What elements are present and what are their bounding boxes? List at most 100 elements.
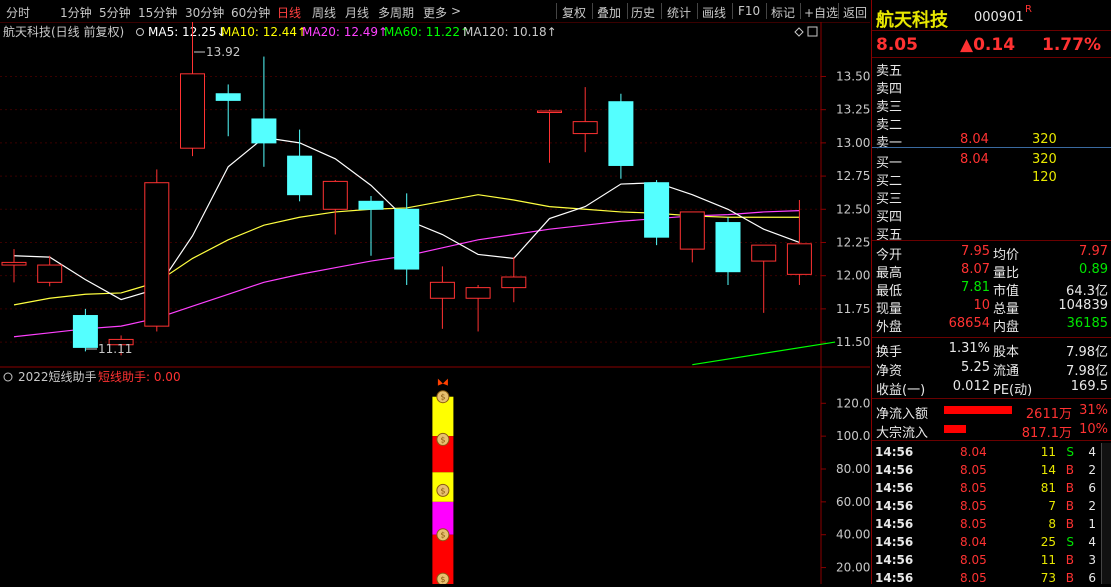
candle <box>679 211 705 263</box>
tick-side: B <box>1065 553 1074 567</box>
money-bag-glyph: $ <box>440 393 445 402</box>
tick-count: 3 <box>1088 553 1096 567</box>
candle <box>215 84 241 137</box>
candle <box>322 180 348 235</box>
money-bag-icon: $ <box>436 432 450 446</box>
money-bag-glyph: $ <box>440 435 445 444</box>
ask-row[interactable]: 卖五 <box>872 59 1111 79</box>
period-tab-multi[interactable]: 多周期 <box>378 4 414 21</box>
tick-count: 2 <box>1088 463 1096 477</box>
tick-side: S <box>1066 445 1074 459</box>
bid-row[interactable]: 买一 8.04 320 <box>872 151 1111 171</box>
stat-value: 10 <box>973 298 990 313</box>
stat-value: 68654 <box>948 316 990 331</box>
draw-line-button[interactable]: 画线 <box>702 4 726 21</box>
overlay-button[interactable]: 叠加 <box>597 4 621 21</box>
tick-row: 14:56 8.05 73 B 6 <box>872 569 1111 587</box>
price-change-pct: 1.77% <box>1042 35 1101 55</box>
fundamental-row: 换手 1.31% 股本 7.98亿 <box>872 340 1111 360</box>
indicator-tick-label: 60.00 <box>836 495 870 509</box>
stat-row: 最高 8.07 量比 0.89 <box>872 261 1111 281</box>
period-tab-1min[interactable]: 1分钟 <box>60 4 92 21</box>
settings-dot-icon[interactable] <box>136 28 144 36</box>
tick-price: 8.05 <box>960 463 987 477</box>
period-tab-15min[interactable]: 15分钟 <box>138 4 177 21</box>
period-tab-timeshare[interactable]: 分时 <box>6 4 30 21</box>
toolbar-divider <box>627 3 628 19</box>
stat-value: 7.97 <box>1079 244 1108 259</box>
period-tab-60min[interactable]: 60分钟 <box>231 4 270 21</box>
f10-button[interactable]: F10 <box>738 4 760 18</box>
high-price-label: 13.92 <box>206 45 240 59</box>
stat-row: 外盘 68654 内盘 36185 <box>872 315 1111 335</box>
bow-icon <box>437 378 448 386</box>
diamond-icon[interactable] <box>794 27 804 37</box>
money-bag-icon: $ <box>436 572 450 584</box>
book-divider <box>872 147 1111 148</box>
money-bag-glyph: $ <box>440 531 445 540</box>
candle-body <box>429 281 455 299</box>
candle <box>537 109 562 163</box>
money-bag-icon: $ <box>436 390 450 404</box>
chevron-right-icon[interactable]: > <box>451 4 461 18</box>
add-watchlist-button[interactable]: +自选 <box>804 4 838 21</box>
last-price: 8.05 <box>876 35 918 55</box>
maximize-icon[interactable] <box>807 26 818 37</box>
indicator-tick-label: 80.00 <box>836 462 870 476</box>
tick-time: 14:56 <box>875 553 914 567</box>
quote-panel: 航天科技 000901 R 8.05 ▲0.14 1.77% 卖五 卖四 卖三 卖二卖… <box>871 0 1111 587</box>
adjust-rights-button[interactable]: 复权 <box>562 4 586 21</box>
indicator-value: 短线助手: 0.00 <box>98 370 181 384</box>
tick-row: 14:56 8.05 7 B 2 <box>872 497 1111 515</box>
bid-volume: 320 <box>1032 152 1057 167</box>
candle <box>644 180 670 246</box>
tick-side: S <box>1066 535 1074 549</box>
indicator-axis-labels: 20.00 40.00 60.00 80.00 100.00 120.00 <box>821 396 870 575</box>
period-tab-30min[interactable]: 30分钟 <box>185 4 224 21</box>
ask-row[interactable]: 卖二 <box>872 113 1111 133</box>
bid-row[interactable]: 买二 120 <box>872 169 1111 189</box>
toolbar-divider <box>800 3 801 19</box>
back-button[interactable]: 返回 <box>843 4 867 21</box>
ask-row[interactable]: 卖四 <box>872 77 1111 97</box>
toolbar-divider <box>661 3 662 19</box>
tick-volume: 25 <box>1040 535 1056 549</box>
price-tick-label: 13.00 <box>836 136 870 150</box>
price-tick-label: 12.25 <box>836 235 870 249</box>
tick-time: 14:56 <box>875 517 914 531</box>
bid-row[interactable]: 买五 <box>872 223 1111 243</box>
history-button[interactable]: 历史 <box>631 4 655 21</box>
tick-list-scrollbar[interactable] <box>1101 443 1111 584</box>
period-tab-more[interactable]: 更多 <box>423 4 447 21</box>
price-tick-label: 12.00 <box>836 269 870 283</box>
tick-price: 8.05 <box>960 517 987 531</box>
ask-row[interactable]: 卖三 <box>872 95 1111 115</box>
period-tab-weekly[interactable]: 周线 <box>312 4 336 21</box>
tick-side: B <box>1065 517 1074 531</box>
mark-button[interactable]: 标记 <box>771 4 795 21</box>
money-bag-icon: $ <box>436 528 450 542</box>
period-tab-5min[interactable]: 5分钟 <box>99 4 131 21</box>
period-tab-daily[interactable]: 日线 <box>277 4 301 21</box>
fundamental-label: 收益(一) <box>876 383 926 398</box>
ma5-label: MA5: 12.25↓ <box>148 25 226 39</box>
price-tick-label: 12.50 <box>836 202 870 216</box>
indicator-settings-icon[interactable] <box>3 372 13 382</box>
flow-pct: 31% <box>1079 403 1108 418</box>
indicator-tick-label: 120.00 <box>836 396 870 410</box>
period-tab-monthly[interactable]: 月线 <box>345 4 369 21</box>
statistics-button[interactable]: 统计 <box>667 4 691 21</box>
candle-body <box>608 101 634 166</box>
stat-row: 现量 10 总量 104839 <box>872 297 1111 317</box>
tick-count: 1 <box>1088 517 1096 531</box>
bid-row[interactable]: 买三 <box>872 187 1111 207</box>
fundamental-label: 股本 <box>993 345 1020 360</box>
fundamental-value: 5.25 <box>961 360 990 375</box>
ma120-label: MA120: 10.18↑ <box>463 25 557 39</box>
kline-chart-area[interactable]: 航天科技(日线 前复权) MA5: 12.25↓ MA10: 12.44↑ MA… <box>0 22 870 584</box>
bid-row[interactable]: 买四 <box>872 205 1111 225</box>
stat-value: 104839 <box>1058 298 1108 313</box>
candle-body <box>251 118 277 144</box>
flow-label: 大宗流入 <box>876 426 929 441</box>
tick-price: 8.05 <box>960 499 987 513</box>
